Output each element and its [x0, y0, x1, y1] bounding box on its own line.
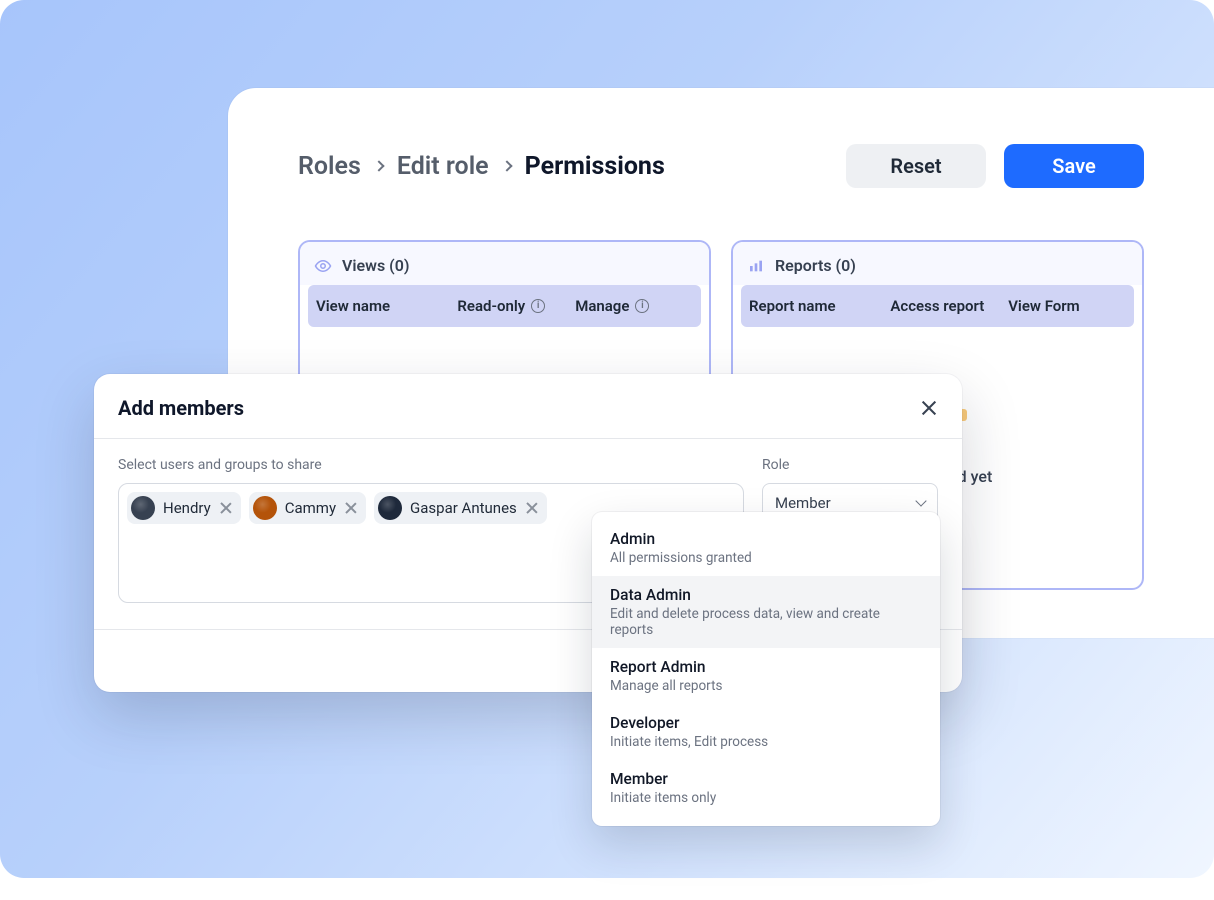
save-button[interactable]: Save	[1004, 144, 1144, 188]
role-option-subtitle: Initiate items only	[610, 790, 922, 806]
role-option-subtitle: Edit and delete process data, view and c…	[610, 606, 922, 638]
col-access-report: Access report	[890, 297, 1008, 315]
user-chip[interactable]: Cammy	[249, 492, 366, 524]
background-stage: Roles Edit role Permissions Reset Save V…	[0, 0, 1214, 878]
role-option-subtitle: All permissions granted	[610, 550, 922, 566]
breadcrumb-current: Permissions	[525, 152, 665, 181]
role-option-subtitle: Manage all reports	[610, 678, 922, 694]
col-view-name: View name	[316, 297, 457, 315]
header-actions: Reset Save	[846, 144, 1144, 188]
col-view-form: View Form	[1008, 297, 1126, 315]
remove-chip-icon[interactable]	[525, 501, 539, 515]
reset-button[interactable]: Reset	[846, 144, 986, 188]
views-panel-title: Views (0)	[342, 256, 409, 275]
reports-panel-title: Reports (0)	[775, 256, 856, 275]
avatar	[131, 496, 155, 520]
chevron-right-icon	[501, 160, 512, 171]
chip-name: Hendry	[163, 499, 211, 517]
avatar	[378, 496, 402, 520]
role-option[interactable]: Report Admin Manage all reports	[592, 648, 940, 704]
role-option-title: Data Admin	[610, 586, 922, 604]
role-option[interactable]: Admin All permissions granted	[592, 520, 940, 576]
role-option[interactable]: Developer Initiate items, Edit process	[592, 704, 940, 760]
info-icon[interactable]: i	[635, 299, 649, 313]
role-label: Role	[762, 457, 938, 473]
remove-chip-icon[interactable]	[219, 501, 233, 515]
role-option-title: Developer	[610, 714, 922, 732]
info-icon[interactable]: i	[531, 299, 545, 313]
role-option[interactable]: Member Initiate items only	[592, 760, 940, 816]
bar-chart-icon	[747, 257, 765, 275]
reports-panel-header: Reports (0)	[733, 242, 1142, 285]
breadcrumb-level2[interactable]: Edit role	[397, 152, 489, 181]
col-read-only: Read-only i	[457, 297, 575, 315]
share-label: Select users and groups to share	[118, 457, 744, 473]
close-icon[interactable]	[920, 399, 938, 417]
chevron-down-icon	[915, 495, 926, 506]
role-selected-value: Member	[775, 494, 831, 512]
chip-name: Cammy	[285, 499, 336, 517]
breadcrumb: Roles Edit role Permissions	[298, 152, 665, 181]
app-header: Roles Edit role Permissions Reset Save	[298, 144, 1144, 188]
role-option-title: Member	[610, 770, 922, 788]
chevron-right-icon	[373, 160, 384, 171]
role-option[interactable]: Data Admin Edit and delete process data, …	[592, 576, 940, 648]
breadcrumb-level1[interactable]: Roles	[298, 152, 361, 181]
user-chip[interactable]: Hendry	[127, 492, 241, 524]
role-option-title: Admin	[610, 530, 922, 548]
chip-name: Gaspar Antunes	[410, 499, 517, 517]
modal-header: Add members	[94, 374, 962, 438]
eye-icon	[314, 257, 332, 275]
role-option-subtitle: Initiate items, Edit process	[610, 734, 922, 750]
reports-table-head: Report name Access report View Form	[741, 285, 1134, 327]
modal-title: Add members	[118, 396, 244, 420]
role-dropdown: Admin All permissions granted Data Admin Ed…	[592, 512, 940, 826]
role-option-title: Report Admin	[610, 658, 922, 676]
views-table-head: View name Read-only i Manage i	[308, 285, 701, 327]
col-manage: Manage i	[575, 297, 693, 315]
views-panel-header: Views (0)	[300, 242, 709, 285]
col-report-name: Report name	[749, 297, 890, 315]
remove-chip-icon[interactable]	[344, 501, 358, 515]
avatar	[253, 496, 277, 520]
user-chip[interactable]: Gaspar Antunes	[374, 492, 547, 524]
